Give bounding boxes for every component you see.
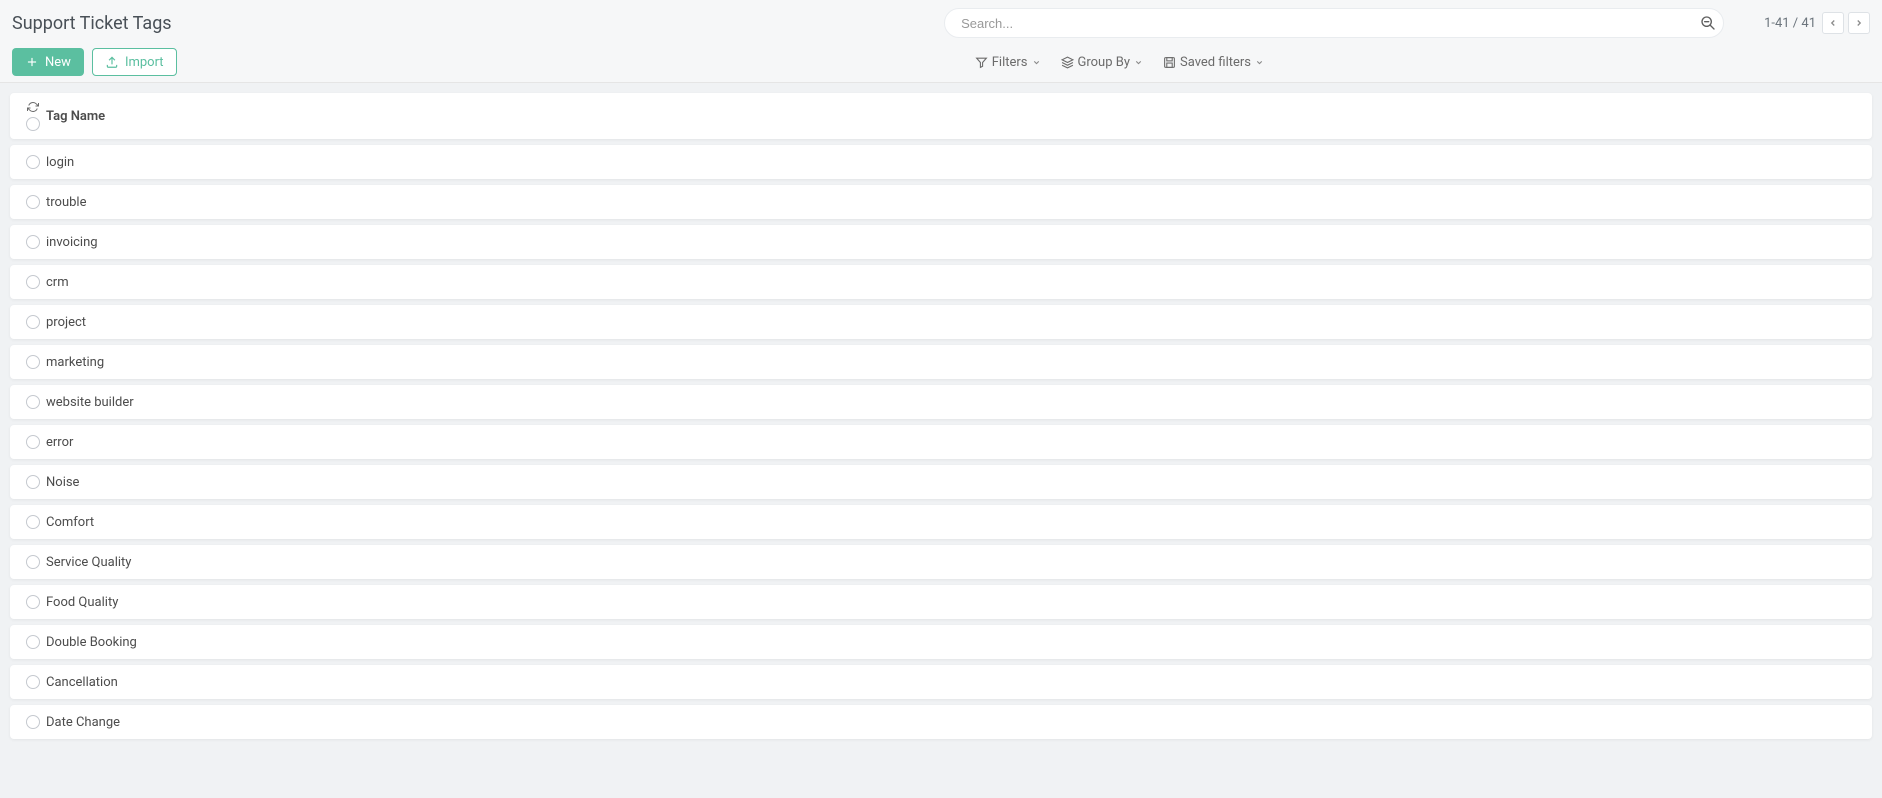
action-buttons: New Import xyxy=(12,48,177,76)
table-row[interactable]: trouble xyxy=(10,185,1872,219)
chevron-down-icon xyxy=(1255,58,1264,67)
row-tagname: login xyxy=(46,155,74,170)
groupby-dropdown[interactable]: Group By xyxy=(1061,55,1144,70)
row-checkbox[interactable] xyxy=(26,675,40,689)
table-row[interactable]: Service Quality xyxy=(10,545,1872,579)
table-row[interactable]: login xyxy=(10,145,1872,179)
row-tagname: Service Quality xyxy=(46,555,131,570)
saved-filters-label: Saved filters xyxy=(1180,55,1251,70)
row-checkbox-wrap xyxy=(20,195,46,209)
search-wrap xyxy=(944,8,1724,38)
layers-icon xyxy=(1061,56,1074,69)
row-checkbox-wrap xyxy=(20,435,46,449)
row-tagname: Date Change xyxy=(46,715,120,730)
table-row[interactable]: Noise xyxy=(10,465,1872,499)
row-checkbox-wrap xyxy=(20,595,46,609)
saved-filters-dropdown[interactable]: Saved filters xyxy=(1163,55,1264,70)
app-root: Support Ticket Tags 1-41 / 41 xyxy=(0,0,1882,755)
table-row[interactable]: project xyxy=(10,305,1872,339)
pager-text: 1-41 / 41 xyxy=(1764,16,1816,31)
filter-bar: Filters Group By xyxy=(963,55,1870,70)
chevron-down-icon xyxy=(1032,58,1041,67)
filters-dropdown[interactable]: Filters xyxy=(975,55,1041,70)
table-row[interactable]: website builder xyxy=(10,385,1872,419)
row-tagname: website builder xyxy=(46,395,134,410)
page-header: Support Ticket Tags 1-41 / 41 xyxy=(0,0,1882,83)
header-row-top: Support Ticket Tags 1-41 / 41 xyxy=(12,8,1870,38)
row-checkbox[interactable] xyxy=(26,395,40,409)
row-checkbox-wrap xyxy=(20,355,46,369)
table-row[interactable]: invoicing xyxy=(10,225,1872,259)
row-checkbox[interactable] xyxy=(26,315,40,329)
table-row[interactable]: marketing xyxy=(10,345,1872,379)
chevron-down-icon xyxy=(1134,58,1143,67)
funnel-icon xyxy=(975,56,988,69)
row-checkbox[interactable] xyxy=(26,435,40,449)
row-checkbox-wrap xyxy=(20,715,46,729)
groupby-label: Group By xyxy=(1078,55,1131,70)
header-row-bottom: New Import Filters xyxy=(12,48,1870,76)
pager-prev-button[interactable] xyxy=(1822,12,1844,34)
row-checkbox[interactable] xyxy=(26,355,40,369)
row-checkbox-wrap xyxy=(20,515,46,529)
row-tagname: project xyxy=(46,315,86,330)
new-button-label: New xyxy=(45,55,71,70)
row-tagname: Double Booking xyxy=(46,635,137,650)
table-row[interactable]: Cancellation xyxy=(10,665,1872,699)
row-tagname: Noise xyxy=(46,475,79,490)
page-title: Support Ticket Tags xyxy=(12,13,172,34)
row-checkbox-wrap xyxy=(20,315,46,329)
row-checkbox-wrap xyxy=(20,475,46,489)
row-tagname: Comfort xyxy=(46,515,94,530)
row-checkbox[interactable] xyxy=(26,475,40,489)
table-row[interactable]: Date Change xyxy=(10,705,1872,739)
pager: 1-41 / 41 xyxy=(1764,12,1870,34)
table-row[interactable]: Double Booking xyxy=(10,625,1872,659)
row-checkbox[interactable] xyxy=(26,555,40,569)
row-checkbox-wrap xyxy=(20,155,46,169)
row-checkbox-wrap xyxy=(20,235,46,249)
row-checkbox-wrap xyxy=(20,635,46,649)
row-tagname: marketing xyxy=(46,355,104,370)
row-checkbox-wrap xyxy=(20,395,46,409)
refresh-icon[interactable] xyxy=(27,101,39,113)
import-button[interactable]: Import xyxy=(92,48,177,76)
row-checkbox-wrap xyxy=(20,675,46,689)
row-checkbox[interactable] xyxy=(26,275,40,289)
row-checkbox[interactable] xyxy=(26,155,40,169)
import-button-label: Import xyxy=(125,55,164,70)
row-tagname: invoicing xyxy=(46,235,98,250)
row-tagname: trouble xyxy=(46,195,86,210)
table-header: Tag Name xyxy=(10,93,1872,139)
table-row[interactable]: crm xyxy=(10,265,1872,299)
row-checkbox-wrap xyxy=(20,275,46,289)
list-area: Tag Name login trouble invoicing crm project… xyxy=(0,83,1882,755)
row-checkbox[interactable] xyxy=(26,235,40,249)
pager-next-button[interactable] xyxy=(1848,12,1870,34)
column-header-tagname[interactable]: Tag Name xyxy=(46,109,105,124)
row-checkbox[interactable] xyxy=(26,195,40,209)
header-controls xyxy=(20,101,46,131)
upload-icon xyxy=(105,55,119,69)
save-icon xyxy=(1163,56,1176,69)
row-tagname: Cancellation xyxy=(46,675,118,690)
table-row[interactable]: Food Quality xyxy=(10,585,1872,619)
row-tagname: error xyxy=(46,435,73,450)
row-tagname: Food Quality xyxy=(46,595,118,610)
row-checkbox[interactable] xyxy=(26,595,40,609)
rows-container: login trouble invoicing crm project marketing… xyxy=(10,145,1872,739)
search-input[interactable] xyxy=(944,8,1724,38)
new-button[interactable]: New xyxy=(12,48,84,76)
table-row[interactable]: Comfort xyxy=(10,505,1872,539)
search-zoom-out-icon[interactable] xyxy=(1700,15,1716,31)
row-checkbox[interactable] xyxy=(26,515,40,529)
table-row[interactable]: error xyxy=(10,425,1872,459)
plus-icon xyxy=(25,55,39,69)
row-checkbox[interactable] xyxy=(26,715,40,729)
select-all-checkbox[interactable] xyxy=(26,117,40,131)
row-checkbox-wrap xyxy=(20,555,46,569)
row-tagname: crm xyxy=(46,275,69,290)
filters-label: Filters xyxy=(992,55,1028,70)
row-checkbox[interactable] xyxy=(26,635,40,649)
